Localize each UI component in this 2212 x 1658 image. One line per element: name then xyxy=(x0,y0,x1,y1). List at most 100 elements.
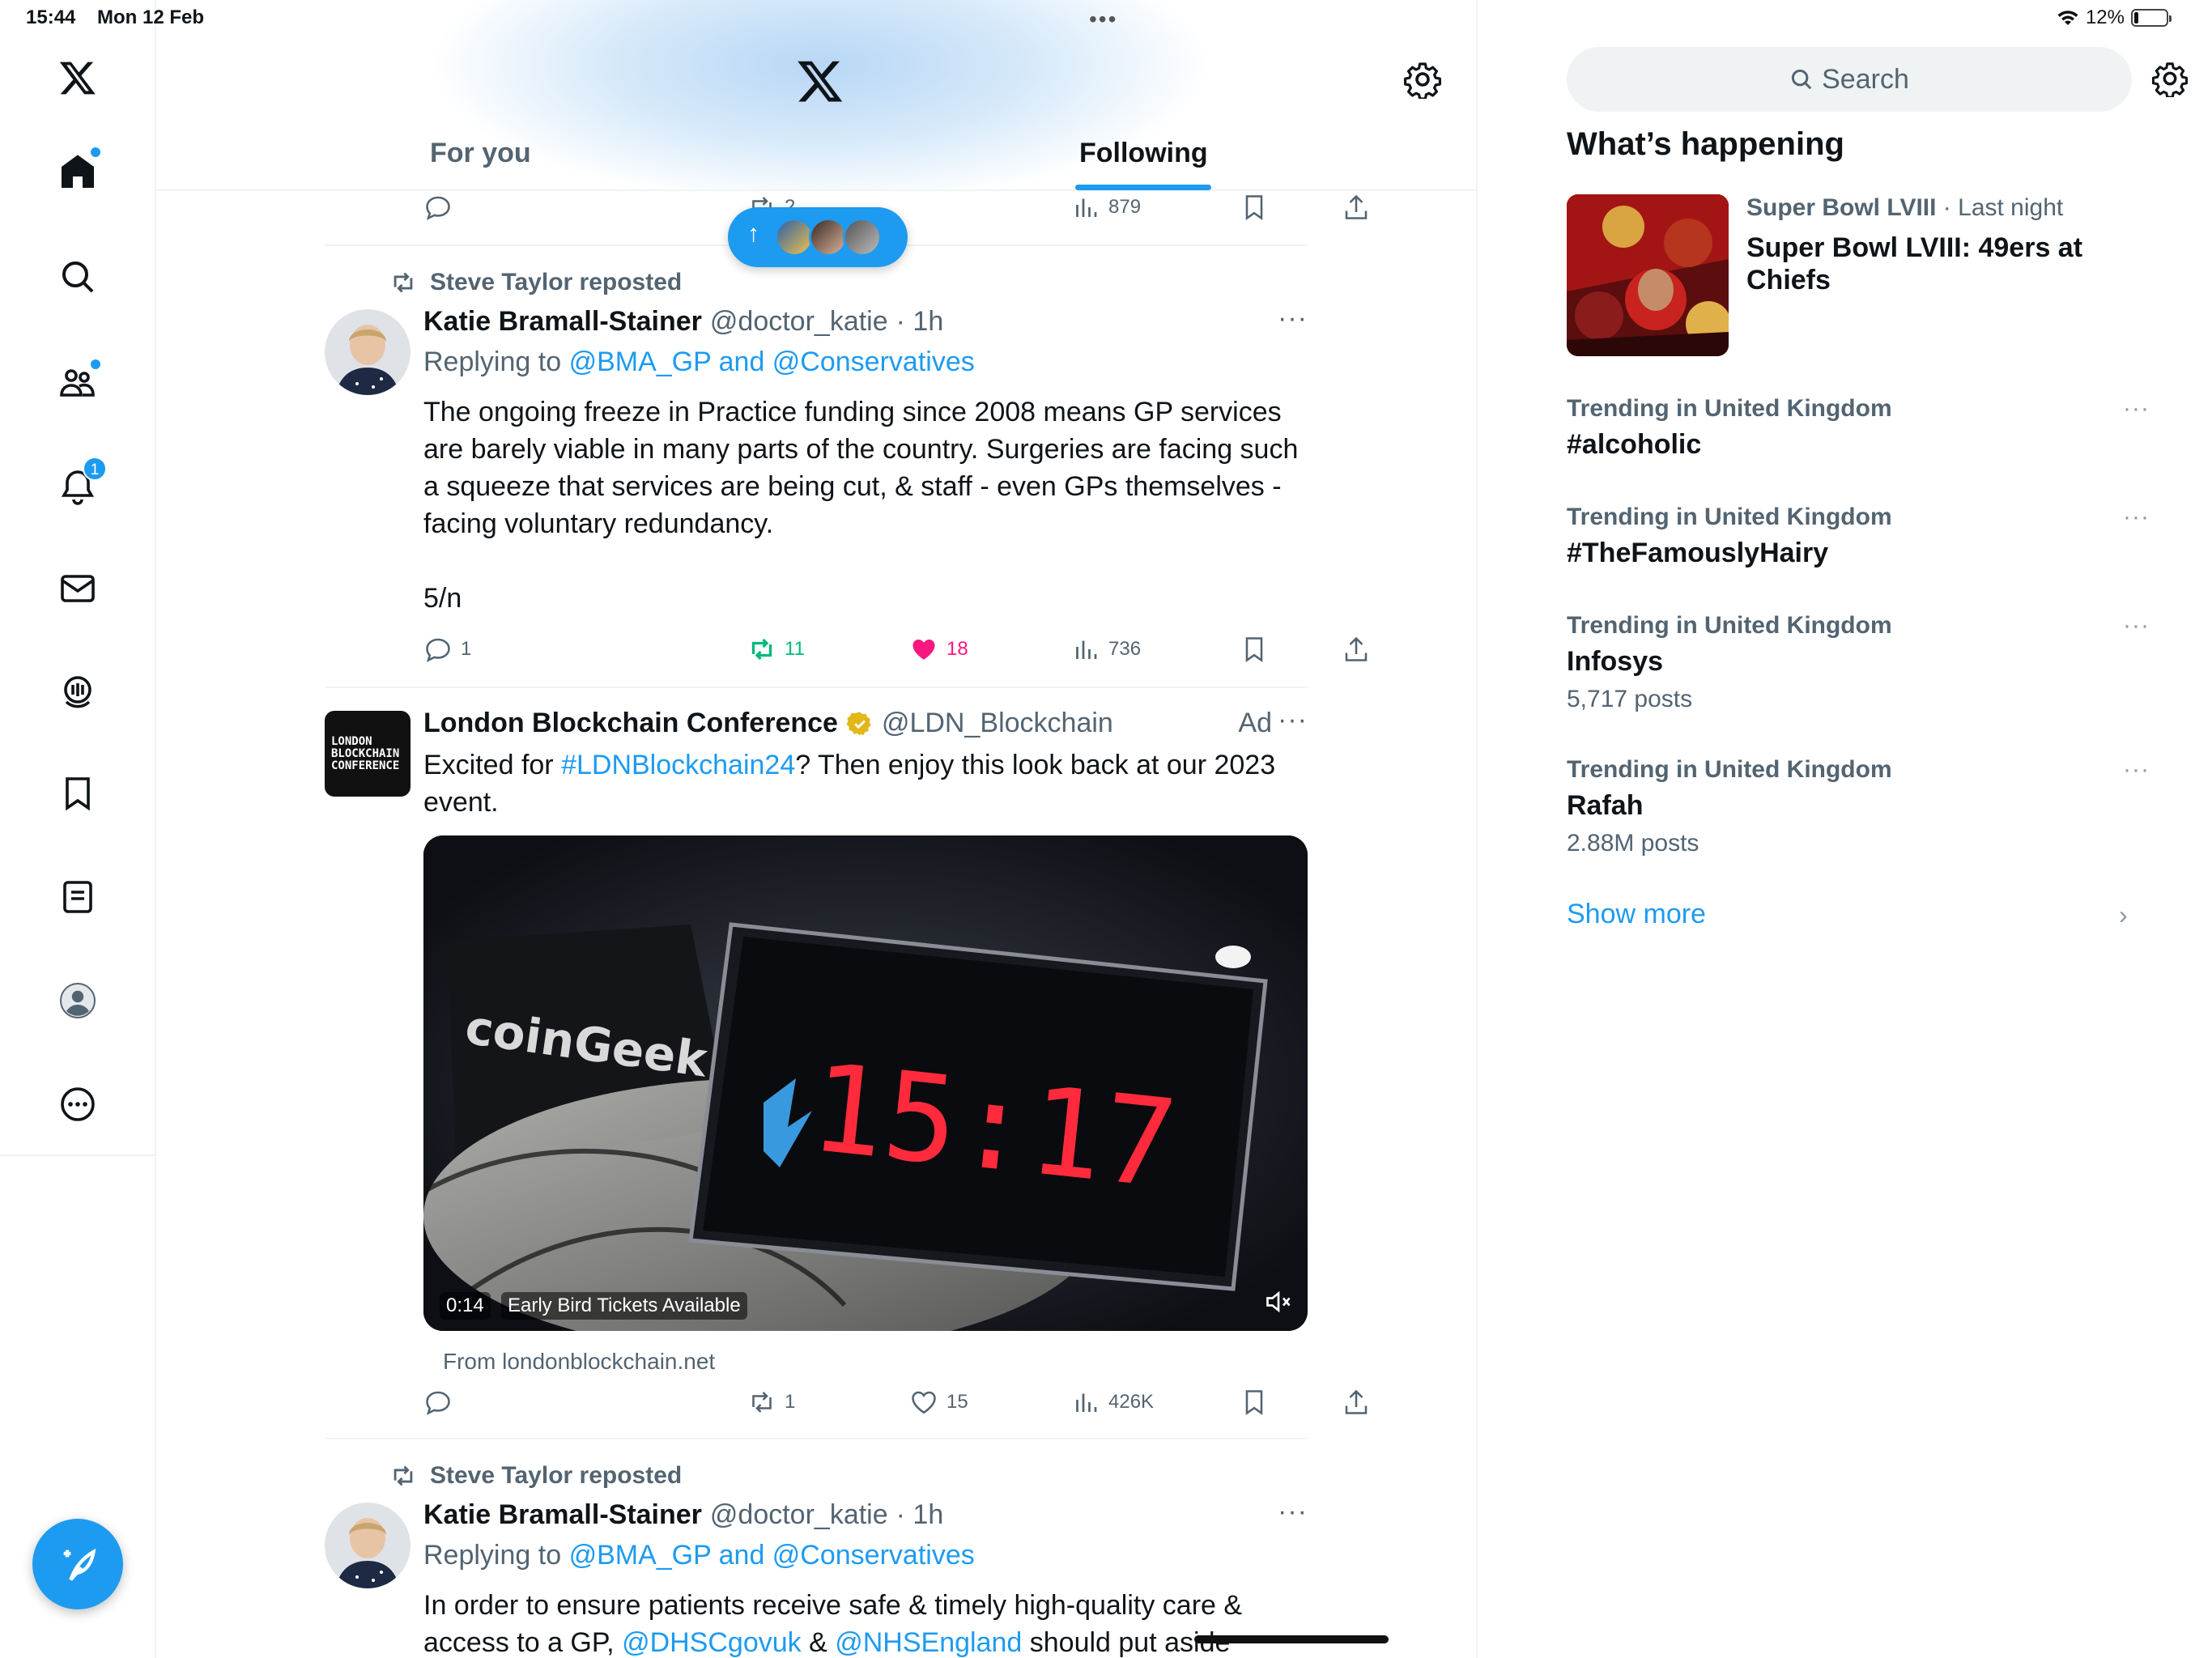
bookmark-button[interactable] xyxy=(1240,631,1269,667)
share-button[interactable] xyxy=(1342,631,1371,667)
post-text: Excited for #LDNBlockchain24? Then enjoy… xyxy=(423,746,1306,821)
nav-bookmarks[interactable] xyxy=(52,767,104,819)
show-more-link[interactable]: Show more xyxy=(1567,899,1706,930)
compose-post-button[interactable] xyxy=(32,1519,123,1609)
multitasking-dots-icon[interactable]: ••• xyxy=(1089,6,1117,32)
share-button[interactable] xyxy=(1342,189,1371,225)
trend-post-count: 2.88M posts xyxy=(1567,830,1699,857)
nav-profile[interactable] xyxy=(52,975,104,1027)
reply-to-link[interactable]: @BMA_GP and @Conservatives xyxy=(569,1540,975,1571)
nav-more[interactable] xyxy=(52,1078,104,1130)
repost-button[interactable]: 11 xyxy=(747,631,805,667)
search-input[interactable]: Search xyxy=(1567,47,2132,112)
trend-item[interactable]: Trending in United Kingdom Rafah 2.88M p… xyxy=(1567,756,2150,857)
settings-gear-icon[interactable] xyxy=(1403,60,1442,99)
event-title[interactable]: Super Bowl LVIII: 49ers at Chiefs xyxy=(1746,232,2087,296)
like-button[interactable]: 15 xyxy=(909,1384,968,1420)
views-button[interactable]: 879 xyxy=(1071,189,1141,225)
author-name[interactable]: London Blockchain Conference xyxy=(423,708,838,739)
nav-spaces[interactable] xyxy=(52,664,104,716)
trend-item[interactable]: Trending in United Kingdom #alcoholic ··… xyxy=(1567,395,2150,461)
event-meta: Super Bowl LVIII · Last night xyxy=(1746,194,2063,222)
share-icon xyxy=(1345,1389,1368,1414)
more-options-icon[interactable]: ··· xyxy=(1278,1496,1308,1528)
bookmark-button[interactable] xyxy=(1240,189,1269,225)
battery-level xyxy=(2134,12,2138,23)
nav-messages[interactable] xyxy=(52,563,104,614)
nav-communities[interactable] xyxy=(52,356,104,408)
event-thumbnail[interactable] xyxy=(1567,194,1729,356)
x-logo-icon[interactable] xyxy=(796,57,844,105)
author-handle[interactable]: @doctor_katie xyxy=(710,1499,888,1531)
search-icon xyxy=(1792,69,1812,90)
author-avatar[interactable] xyxy=(325,309,410,395)
post-time[interactable]: · 1h xyxy=(896,306,944,338)
new-posts-pill[interactable]: ↑ xyxy=(728,207,908,267)
muted-speaker-icon[interactable] xyxy=(1264,1287,1293,1316)
reply-button[interactable] xyxy=(423,1384,453,1420)
home-indicator[interactable] xyxy=(1194,1635,1389,1643)
views-button[interactable]: 426K xyxy=(1071,1384,1154,1420)
like-button[interactable]: 18 xyxy=(909,631,968,667)
link-source[interactable]: From londonblockchain.net xyxy=(443,1349,715,1375)
views-chart-icon xyxy=(1076,198,1097,217)
trend-more-icon[interactable]: ··· xyxy=(2123,504,2150,531)
advertiser-avatar[interactable]: LONDON BLOCKCHAIN CONFERENCE xyxy=(325,711,410,797)
mention-link[interactable]: @NHSEngland xyxy=(835,1627,1022,1658)
communities-badge-dot xyxy=(91,359,100,369)
author-handle[interactable]: @LDN_Blockchain xyxy=(882,708,1113,739)
reply-button[interactable] xyxy=(423,189,453,225)
nav-explore[interactable] xyxy=(52,251,104,303)
post-header: London Blockchain Conference @LDN_Blockc… xyxy=(423,708,1113,739)
reply-to-link[interactable]: @BMA_GP and @Conservatives xyxy=(569,346,975,377)
post[interactable]: Steve Taylor reposted Katie Bramall-Stai… xyxy=(325,244,1308,687)
trend-item[interactable]: Trending in United Kingdom #TheFamouslyH… xyxy=(1567,504,2150,569)
more-options-icon[interactable]: ··· xyxy=(1278,704,1308,736)
post-ad[interactable]: LONDON BLOCKCHAIN CONFERENCE London Bloc… xyxy=(325,687,1308,1438)
author-avatar[interactable] xyxy=(325,1503,410,1588)
wifi-icon xyxy=(2057,11,2078,26)
trend-item[interactable]: Trending in United Kingdom Infosys 5,717… xyxy=(1567,612,2150,713)
bookmark-icon xyxy=(1245,195,1263,220)
lists-icon xyxy=(63,881,92,913)
reply-prefix: Replying to xyxy=(423,1540,562,1571)
share-button[interactable] xyxy=(1342,1384,1371,1420)
author-handle[interactable]: @doctor_katie xyxy=(710,306,888,338)
chevron-right-icon[interactable]: › xyxy=(2119,900,2128,930)
author-name[interactable]: Katie Bramall-Stainer xyxy=(423,306,702,338)
repost-icon xyxy=(393,1465,413,1486)
more-options-icon[interactable]: ··· xyxy=(1278,303,1308,334)
status-date: Mon 12 Feb xyxy=(97,6,205,28)
tab-selected-indicator xyxy=(1075,185,1211,190)
trend-more-icon[interactable]: ··· xyxy=(2123,395,2150,423)
bookmark-icon xyxy=(66,777,90,811)
video-time: 0:14 xyxy=(440,1292,491,1320)
author-name[interactable]: Katie Bramall-Stainer xyxy=(423,1499,702,1531)
nav-lists[interactable] xyxy=(52,871,104,923)
mention-link[interactable]: @DHSCgovuk xyxy=(622,1627,802,1658)
hashtag-link[interactable]: #LDNBlockchain24 xyxy=(561,750,795,780)
trend-context: Trending in United Kingdom xyxy=(1567,504,1892,530)
repost-button[interactable]: 1 xyxy=(747,1384,795,1420)
reply-button[interactable]: 1 xyxy=(423,631,471,667)
post-time[interactable]: · 1h xyxy=(896,1499,944,1531)
video-cta[interactable]: Early Bird Tickets Available xyxy=(501,1292,747,1320)
tab-for-you[interactable]: For you xyxy=(430,138,531,169)
nav-home[interactable] xyxy=(52,146,104,198)
settings-gear-icon[interactable] xyxy=(2151,60,2189,97)
post-text: The ongoing freeze in Practice funding s… xyxy=(423,397,1299,539)
video-player[interactable]: 15:17 coinGeek 0:14 Early Bird Tickets A… xyxy=(423,835,1308,1331)
nav-notifications[interactable]: 1 xyxy=(52,457,107,513)
trend-more-icon[interactable]: ··· xyxy=(2123,612,2150,640)
trend-more-icon[interactable]: ··· xyxy=(2123,756,2150,784)
post[interactable]: Steve Taylor reposted Katie Bramall-Stai… xyxy=(325,1438,1308,1658)
trend-context: Trending in United Kingdom xyxy=(1567,612,1892,639)
pill-avatar xyxy=(843,218,882,257)
tab-following[interactable]: Following xyxy=(1079,138,1208,169)
views-button[interactable]: 736 xyxy=(1071,631,1141,667)
repost-count: 11 xyxy=(785,638,805,660)
x-logo-icon[interactable] xyxy=(52,52,104,104)
bookmark-button[interactable] xyxy=(1240,1384,1269,1420)
trend-post-count: 5,717 posts xyxy=(1567,686,1693,712)
status-bar: 15:44 Mon 12 Feb ••• 12% xyxy=(0,0,2212,39)
